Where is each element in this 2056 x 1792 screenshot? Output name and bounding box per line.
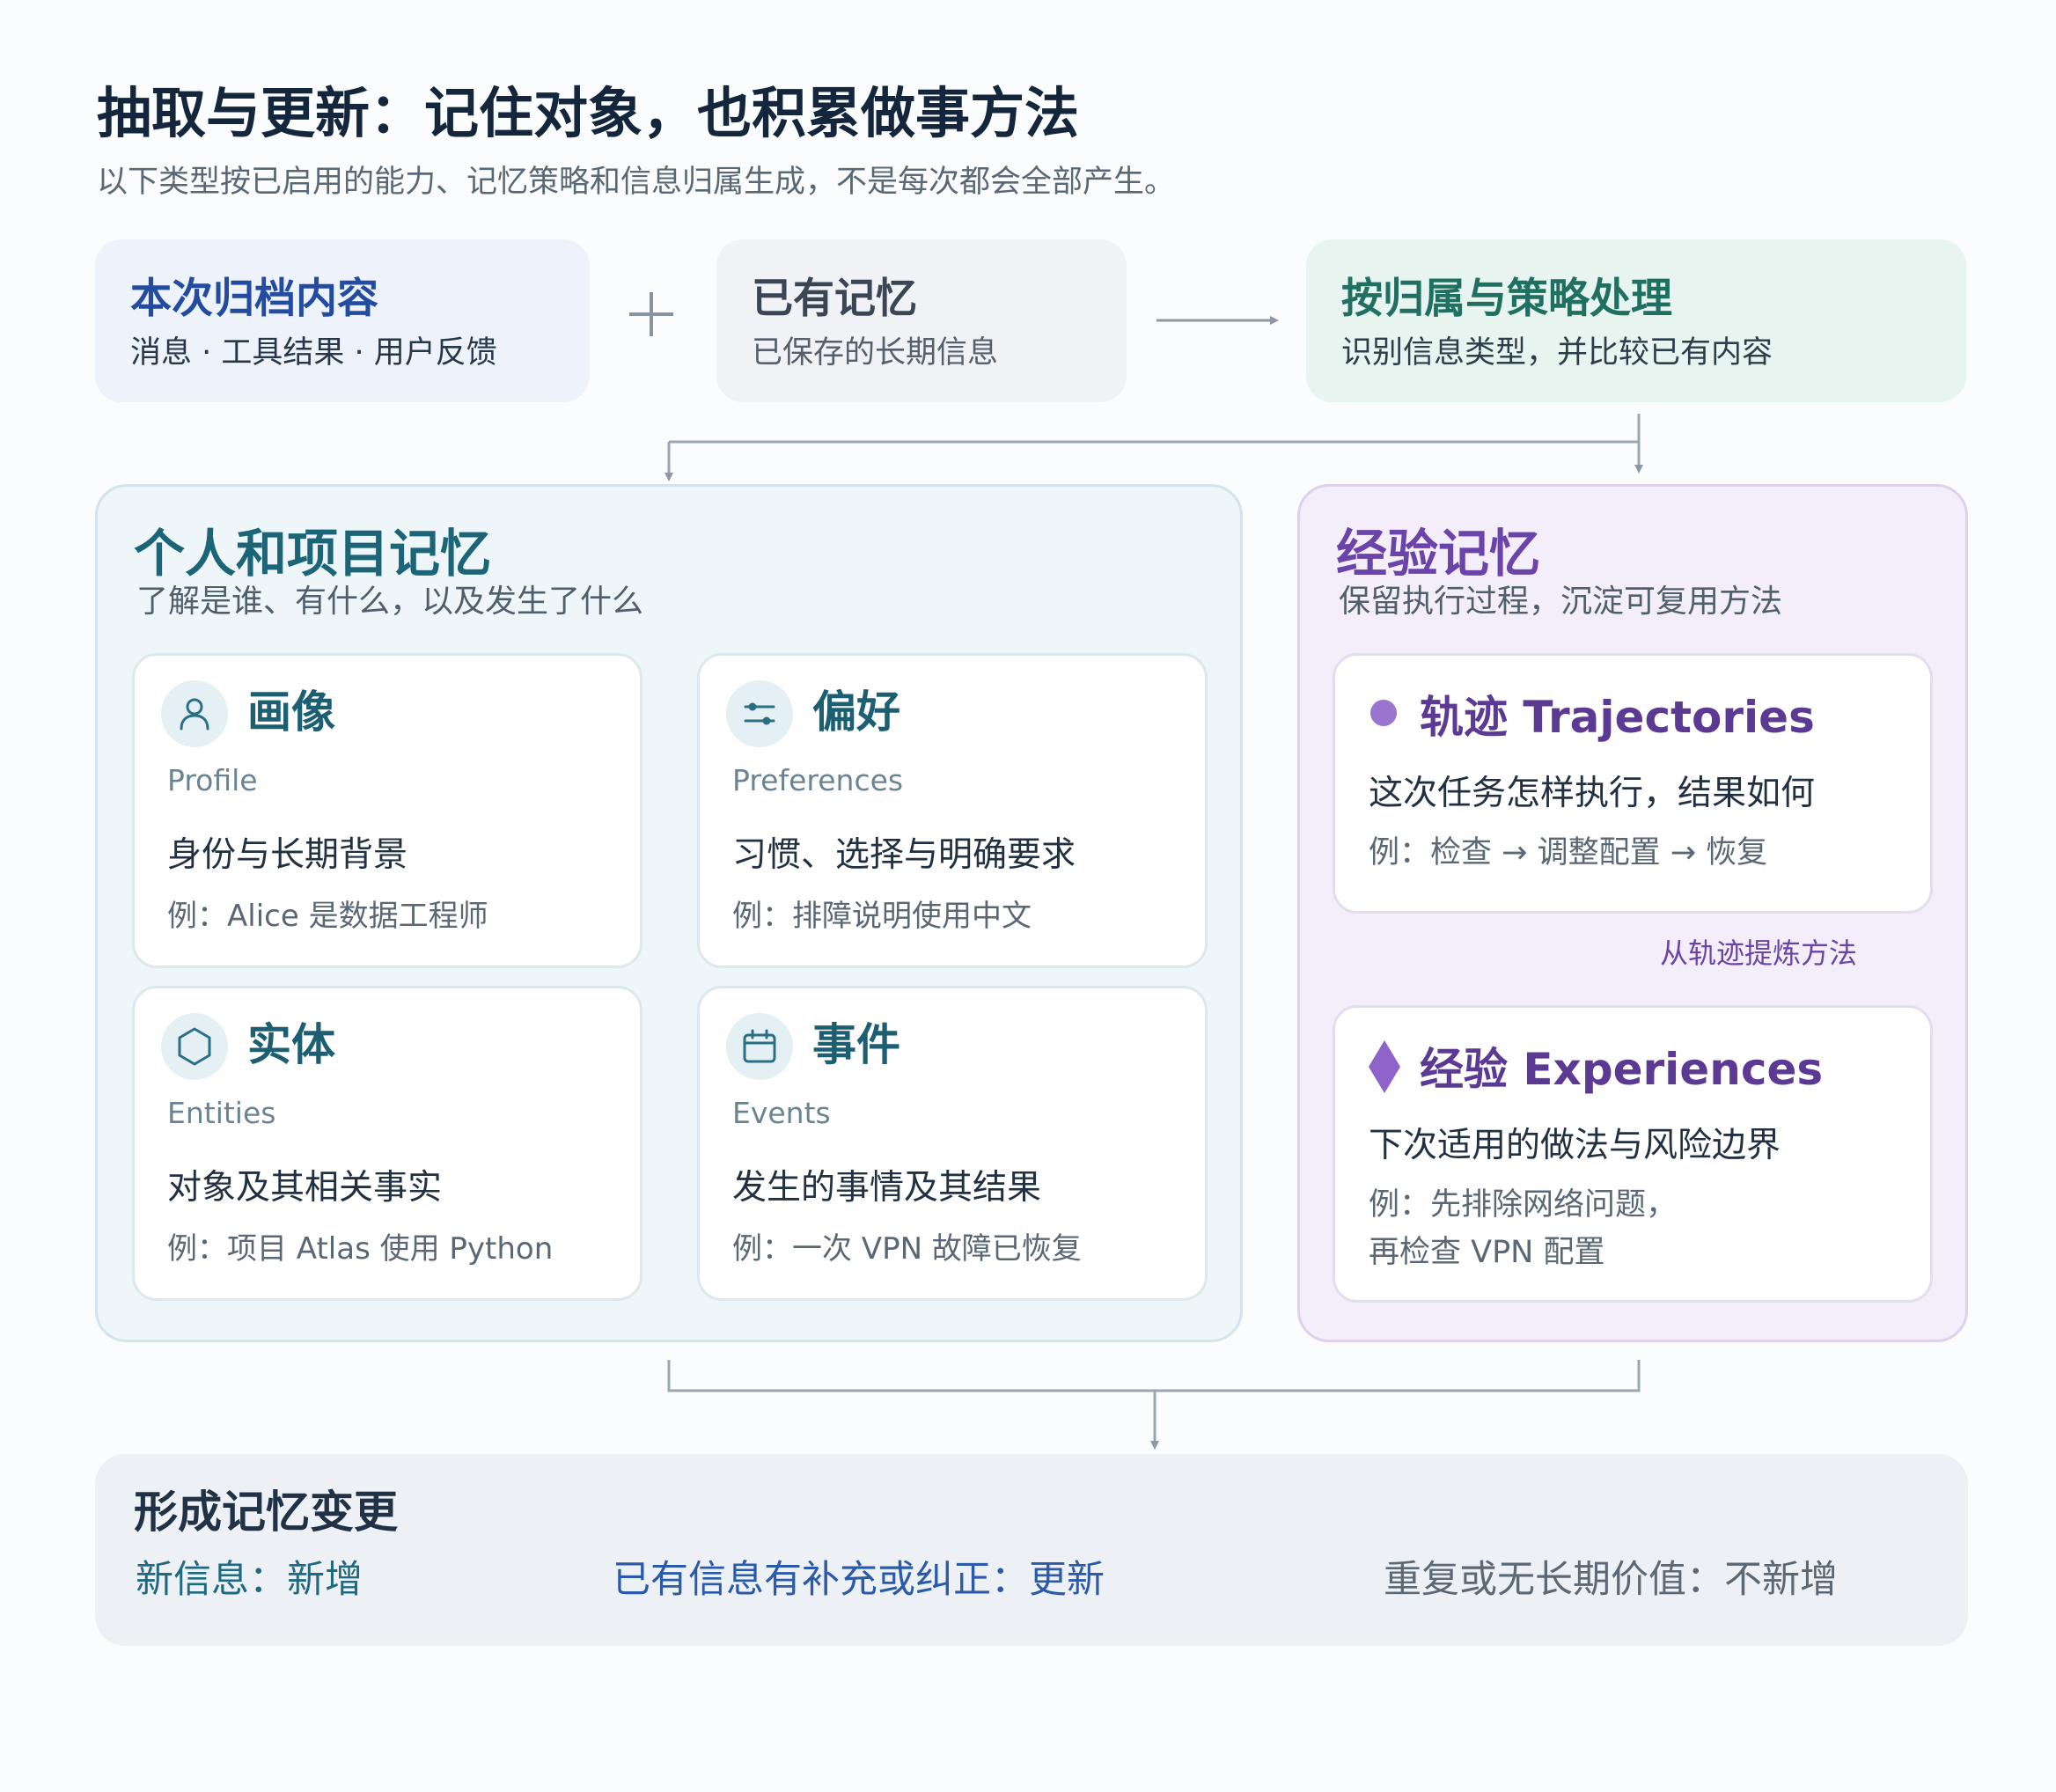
experiences-desc: 下次适用的做法与风险边界 <box>1369 1126 1781 1165</box>
existing-title: 已有记忆 <box>752 275 917 323</box>
change-add: 新信息：新增 <box>136 1558 363 1602</box>
user-icon <box>161 680 228 747</box>
entities-en: Entities <box>167 1096 276 1130</box>
profile-desc: 身份与长期背景 <box>167 835 408 875</box>
trajectories-card: 轨迹 Trajectories 这次任务怎样执行，结果如何 例：检查 → 调整配… <box>1333 653 1933 914</box>
trajectories-example: 例：检查 → 调整配置 → 恢复 <box>1369 835 1768 870</box>
change-update: 已有信息有补充或纠正：更新 <box>613 1558 1105 1602</box>
archive-items: 消息 · 工具结果 · 用户反馈 <box>130 335 497 371</box>
entities-title: 实体 <box>247 1019 335 1070</box>
dot-icon <box>1370 700 1397 726</box>
distill-label: 从轨迹提炼方法 <box>1660 936 1858 970</box>
sliders-icon <box>726 680 793 747</box>
process-desc: 识别信息类型，并比较已有内容 <box>1341 335 1773 371</box>
entities-desc: 对象及其相关事实 <box>167 1168 443 1208</box>
experiences-card: 经验 Experiences 下次适用的做法与风险边界 例：先排除网络问题， 再… <box>1333 1005 1933 1303</box>
preferences-desc: 习惯、选择与明确要求 <box>732 835 1076 875</box>
merge-connector <box>667 1360 1641 1392</box>
memory-changes-title: 形成记忆变更 <box>134 1487 398 1538</box>
page-subtitle: 以下类型按已启用的能力、记忆策略和信息归属生成，不是每次都会全部产生。 <box>97 165 1176 200</box>
experiences-title: 经验 Experiences <box>1420 1044 1824 1095</box>
events-en: Events <box>732 1096 831 1130</box>
events-example: 例：一次 VPN 故障已恢复 <box>732 1231 1082 1267</box>
diamond-icon <box>1369 1040 1400 1093</box>
calendar-icon <box>726 1013 793 1080</box>
preferences-title: 偏好 <box>812 687 900 738</box>
existing-memory-box: 已有记忆 已保存的长期信息 <box>716 239 1127 402</box>
profile-en: Profile <box>167 763 258 797</box>
experiences-example: 例：先排除网络问题， 再检查 VPN 配置 <box>1369 1181 1677 1276</box>
profile-title: 画像 <box>247 687 335 738</box>
change-skip: 重复或无长期价值：不新增 <box>1384 1558 1838 1602</box>
archive-title: 本次归档内容 <box>130 275 378 323</box>
page-title: 抽取与更新：记住对象，也积累做事方法 <box>97 81 1080 145</box>
preferences-example: 例：排障说明使用中文 <box>732 899 1032 934</box>
experiences-example-line1: 例：先排除网络问题， <box>1369 1187 1678 1223</box>
personal-memory-subtitle: 了解是谁、有什么，以及发生了什么 <box>136 584 644 620</box>
hexagon-icon <box>161 1013 228 1080</box>
experience-memory-subtitle: 保留执行过程，沉淀可复用方法 <box>1339 584 1783 620</box>
preferences-card: 偏好 Preferences 习惯、选择与明确要求 例：排障说明使用中文 <box>697 653 1208 968</box>
trajectories-desc: 这次任务怎样执行，结果如何 <box>1369 774 1816 813</box>
entities-card: 实体 Entities 对象及其相关事实 例：项目 Atlas 使用 Pytho… <box>132 986 642 1301</box>
entities-example: 例：项目 Atlas 使用 Python <box>167 1231 554 1267</box>
experiences-example-line2: 再检查 VPN 配置 <box>1369 1235 1605 1270</box>
plus-icon <box>629 292 673 336</box>
trajectories-title: 轨迹 Trajectories <box>1420 692 1815 743</box>
preferences-en: Preferences <box>732 763 904 797</box>
events-desc: 发生的事情及其结果 <box>732 1168 1042 1208</box>
events-card: 事件 Events 发生的事情及其结果 例：一次 VPN 故障已恢复 <box>697 986 1208 1301</box>
existing-desc: 已保存的长期信息 <box>752 335 999 371</box>
process-box: 按归属与策略处理 识别信息类型，并比较已有内容 <box>1306 239 1966 402</box>
process-title: 按归属与策略处理 <box>1341 275 1672 323</box>
profile-example: 例：Alice 是数据工程师 <box>167 899 488 934</box>
events-title: 事件 <box>812 1019 900 1070</box>
profile-card: 画像 Profile 身份与长期背景 例：Alice 是数据工程师 <box>132 653 642 968</box>
archive-input-box: 本次归档内容 消息 · 工具结果 · 用户反馈 <box>95 239 590 402</box>
